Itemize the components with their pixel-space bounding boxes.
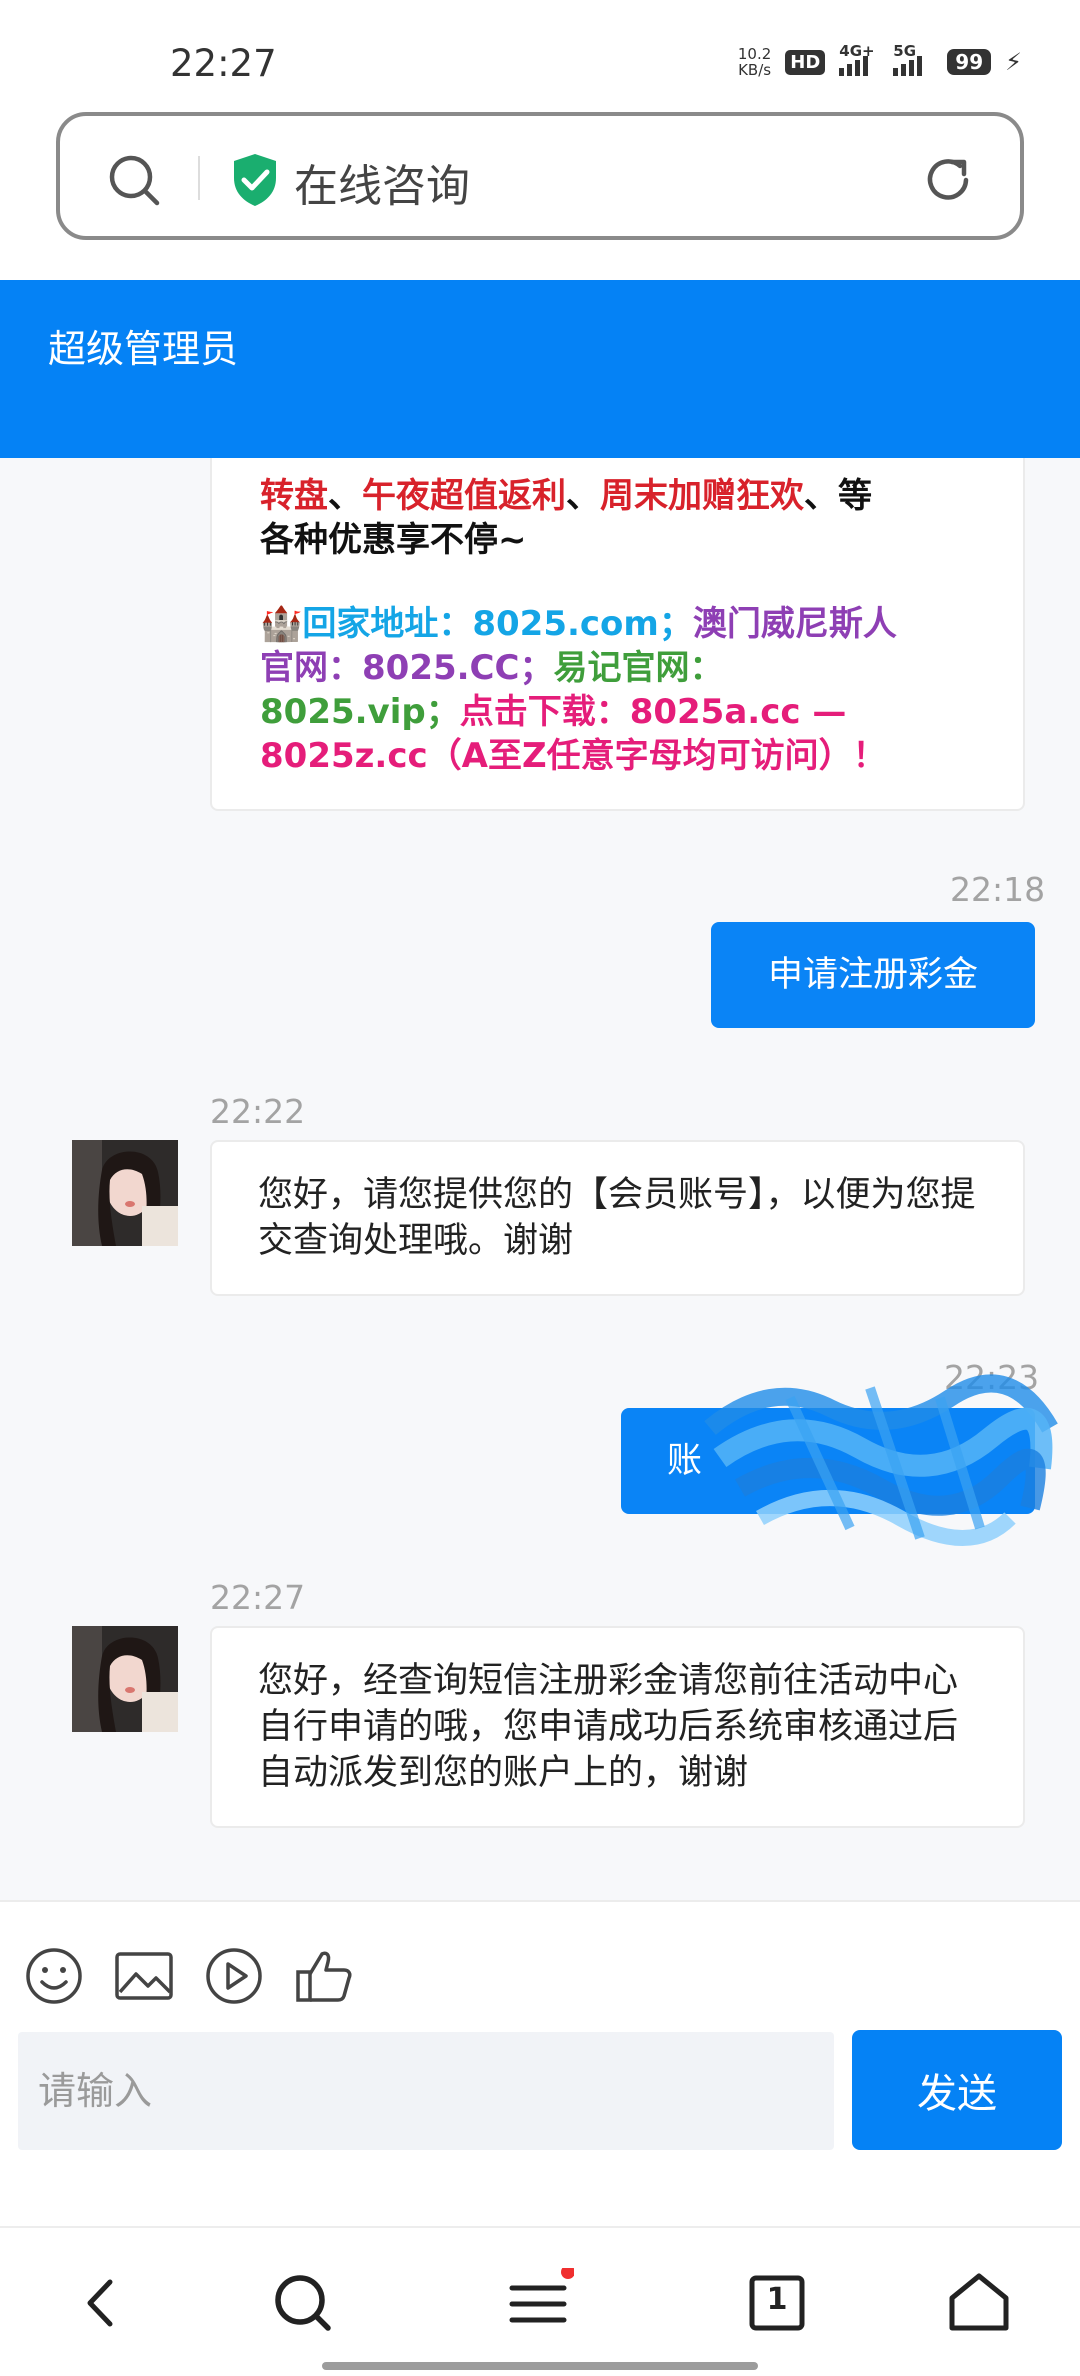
status-time: 22:27 [170, 42, 277, 85]
chat-header: 超级管理员 [0, 280, 1080, 458]
promo-link-label: 回家地址： [302, 604, 473, 644]
signal-sim2-icon: 5G [893, 42, 933, 76]
message-time: 22:18 [950, 870, 1046, 909]
home-icon[interactable] [944, 2268, 1014, 2338]
network-speed: 10.2 KB/s [738, 46, 771, 78]
promo-link[interactable]: 8025.vip； [260, 692, 460, 732]
promo-text: 、 [328, 476, 362, 516]
battery-icon: 99 [947, 49, 992, 75]
promo-link-label: 易记官网： [553, 648, 724, 688]
promo-text: 、 [566, 476, 600, 516]
promo-link-label: 点击下载： [459, 692, 630, 732]
browser-bottom-nav: 1 [0, 2226, 1080, 2376]
image-icon[interactable] [114, 1946, 174, 2006]
promo-link[interactable]: 8025a.cc — [630, 692, 847, 732]
promo-text: 转盘 [260, 476, 328, 516]
promo-text: 各种优惠享不停~ [260, 520, 527, 560]
chat-page: 22:27 10.2 KB/s HD 4G+ 5G 99 ⚡ 在线咨询 超级管理… [0, 0, 1080, 2376]
back-icon[interactable] [66, 2268, 136, 2338]
chat-messages[interactable]: 转盘、午夜超值返利、周末加赠狂欢、等 各种优惠享不停~ 🏰回家地址：8025.c… [0, 458, 1080, 1900]
emoji-icon[interactable] [24, 1946, 84, 2006]
thumbs-up-icon[interactable] [294, 1946, 354, 2006]
refresh-icon[interactable] [918, 150, 978, 210]
promo-link[interactable]: 8025z.cc（A至Z任意字母均可访问）！ [260, 734, 977, 778]
address-bar[interactable]: 在线咨询 [56, 112, 1024, 240]
input-toolbar [0, 1900, 1080, 2028]
received-message-text: 您好，请您提供您的【会员账号】，以便为您提交查询处理哦。谢谢 [258, 1175, 976, 1261]
signal-sim1-label: 4G+ [839, 42, 875, 60]
menu-icon[interactable] [504, 2268, 574, 2338]
video-icon[interactable] [204, 1946, 264, 2006]
message-time: 22:22 [210, 1092, 306, 1131]
page-title: 在线咨询 [294, 161, 470, 212]
received-message-text: 您好，经查询短信注册彩金请您前往活动中心自行申请的哦，您申请成功后系统审核通过后… [258, 1661, 959, 1793]
agent-avatar[interactable] [72, 1626, 178, 1732]
composer: 发送 [0, 2028, 1080, 2226]
promo-text: 周末加赠狂欢 [600, 476, 804, 516]
shield-check-icon [234, 154, 276, 206]
network-speed-unit: KB/s [738, 61, 772, 79]
tabs-button[interactable]: 1 [742, 2268, 812, 2338]
agent-name: 超级管理员 [48, 327, 239, 371]
agent-avatar[interactable] [72, 1140, 178, 1246]
promo-link-label: 澳门威尼斯人 [692, 604, 897, 644]
signal-sim1-icon: 4G+ [839, 42, 879, 76]
castle-icon: 🏰 [260, 604, 303, 644]
home-indicator[interactable] [322, 2362, 758, 2370]
promo-link[interactable]: 8025.com； [472, 604, 693, 644]
send-button[interactable]: 发送 [852, 2030, 1062, 2150]
sent-message[interactable]: 申请注册彩金 [711, 922, 1035, 1028]
message-input[interactable] [18, 2032, 834, 2150]
tabs-count: 1 [766, 2282, 788, 2317]
status-bar: 22:27 10.2 KB/s HD 4G+ 5G 99 ⚡ [0, 0, 1080, 100]
redaction-scribble [704, 1374, 1058, 1546]
promo-message: 转盘、午夜超值返利、周末加赠狂欢、等 各种优惠享不停~ 🏰回家地址：8025.c… [210, 458, 1025, 811]
status-icons: 10.2 KB/s HD 4G+ 5G 99 ⚡ [738, 42, 1022, 78]
search-icon[interactable] [268, 2268, 338, 2338]
message-time: 22:27 [210, 1578, 306, 1617]
browser-address-area: 在线咨询 [0, 100, 1080, 280]
promo-text: 、等 [804, 476, 872, 516]
charging-icon: ⚡ [1005, 48, 1022, 76]
search-icon[interactable] [106, 152, 162, 208]
promo-link[interactable]: 官网：8025.CC； [260, 648, 553, 688]
received-message: 您好，经查询短信注册彩金请您前往活动中心自行申请的哦，您申请成功后系统审核通过后… [210, 1626, 1025, 1828]
received-message: 您好，请您提供您的【会员账号】，以便为您提交查询处理哦。谢谢 [210, 1140, 1025, 1296]
hd-icon: HD [785, 49, 826, 75]
promo-text: 午夜超值返利 [362, 476, 566, 516]
address-divider [198, 156, 200, 200]
network-speed-value: 10.2 [737, 45, 772, 63]
signal-sim2-label: 5G [893, 42, 917, 60]
